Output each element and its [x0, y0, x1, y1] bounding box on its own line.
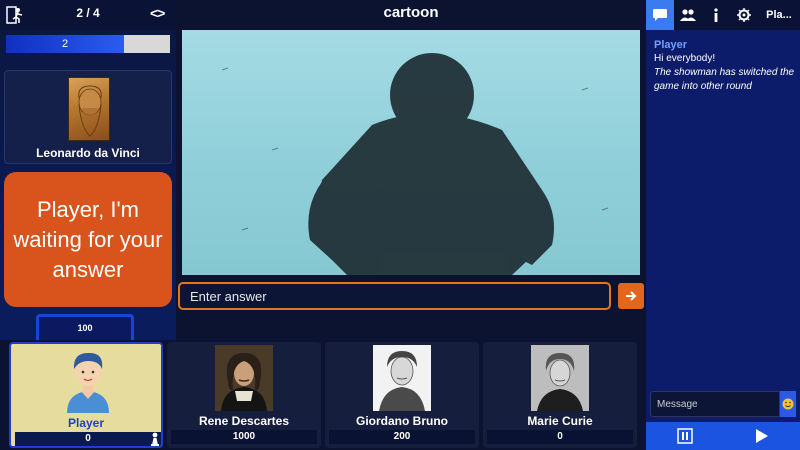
players-panel: Player 0 Rene Descartes 1000 Giordano Br… [0, 340, 646, 450]
tab-chat[interactable] [646, 0, 674, 30]
player-score: 1000 [171, 430, 317, 444]
chat-system-message: The showman has switched the game into o… [654, 67, 795, 92]
round-progress-bar: 2 [6, 35, 170, 53]
tab-info[interactable] [702, 0, 730, 30]
player-card-curie[interactable]: Marie Curie 0 [483, 342, 637, 448]
exit-icon[interactable] [6, 6, 24, 24]
play-icon [755, 429, 768, 443]
chat-author: Player [654, 39, 688, 51]
game-board: cartoon [176, 0, 646, 340]
descartes-portrait [215, 345, 273, 411]
left-panel: 2 / 4 <> 2 Leonardo da Vinci Player, I'm… [0, 0, 176, 340]
player-card-me[interactable]: Player 0 [9, 342, 163, 448]
player-score: 200 [329, 430, 475, 444]
emoji-button[interactable] [780, 391, 796, 417]
left-top-bar: 2 / 4 <> [0, 0, 176, 30]
pause-icon [676, 428, 693, 444]
pause-button[interactable] [646, 422, 723, 450]
right-panel: Pla... Player Hi everybody! The showman … [646, 0, 800, 450]
people-icon [680, 9, 696, 21]
showman-card: Leonardo da Vinci [4, 70, 172, 164]
gear-icon [737, 8, 751, 22]
timer-badge: 100 [36, 314, 134, 340]
player-score: 0 [487, 430, 633, 444]
leonardo-portrait [68, 77, 110, 141]
player-card-bruno[interactable]: Giordano Bruno 200 [325, 342, 479, 448]
round-progress-label: 2 [61, 38, 69, 50]
game-controls [646, 422, 800, 450]
curie-portrait [531, 345, 589, 411]
player-card-descartes[interactable]: Rene Descartes 1000 [167, 342, 321, 448]
chat-icon [653, 9, 667, 21]
player-name: Giordano Bruno [356, 414, 448, 428]
tab-people[interactable] [674, 0, 702, 30]
chat-message-input[interactable] [650, 391, 780, 417]
question-theme-title: cartoon [383, 4, 439, 21]
round-counter: 2 / 4 [76, 6, 100, 20]
showman-name: Leonardo da Vinci [36, 146, 140, 160]
chat-log: Player Hi everybody! The showman has swi… [654, 38, 796, 94]
tab-players-more[interactable]: Pla... [758, 0, 800, 30]
cartoon-man-avatar [59, 347, 117, 413]
timer-value: 100 [77, 323, 93, 333]
bruno-portrait [373, 345, 431, 411]
chat-message: Hi everybody! [654, 53, 716, 64]
right-panel-tabs: Pla... [646, 0, 800, 30]
showman-speech-bubble: Player, I'm waiting for your answer [4, 172, 172, 307]
player-name: Rene Descartes [198, 414, 290, 428]
play-button[interactable] [723, 422, 800, 450]
player-score: 0 [15, 432, 161, 446]
answer-input[interactable] [178, 282, 611, 310]
round-nav-arrows[interactable]: <> [150, 5, 165, 21]
smiley-icon [782, 398, 794, 410]
arrow-right-icon [626, 291, 637, 301]
tab-settings[interactable] [730, 0, 758, 30]
player-name: Marie Curie [527, 414, 593, 428]
pawn-icon [151, 432, 159, 446]
gorilla-silhouette-image [182, 30, 640, 275]
send-answer-button[interactable] [618, 283, 644, 309]
info-icon [714, 8, 718, 22]
player-name: Player [67, 416, 105, 430]
